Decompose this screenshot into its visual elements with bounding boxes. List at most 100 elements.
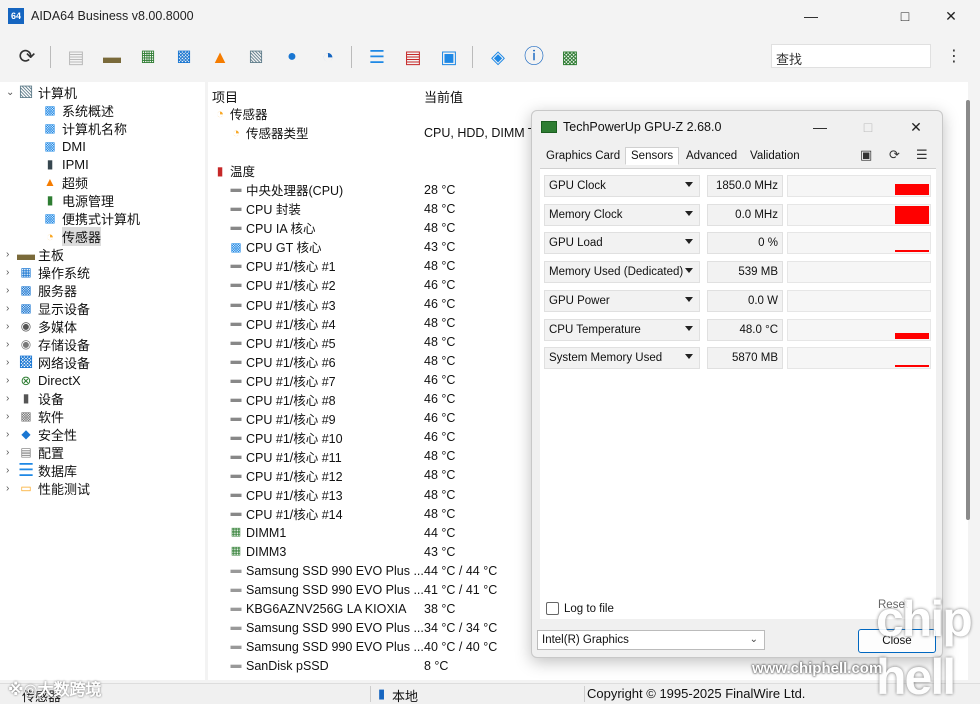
log-to-file-checkbox[interactable]: Log to file [546, 602, 614, 615]
chevron-right-icon[interactable]: › [6, 357, 18, 368]
network-share-button[interactable]: ▩ [553, 40, 587, 74]
sensor-name-dropdown[interactable]: System Memory Used [544, 347, 700, 370]
gpu-select[interactable]: Intel(R) Graphics ⌄ [537, 630, 765, 650]
memory-button[interactable]: ▦ [131, 40, 165, 74]
watermark-left: ※◎大数跨境 [8, 682, 102, 699]
network-share-icon: ▩ [561, 47, 579, 67]
sensor-name-dropdown[interactable]: GPU Load [544, 232, 700, 255]
tree-item[interactable]: › ▩ 软件 [6, 407, 64, 425]
chevron-right-icon[interactable]: › [6, 303, 18, 314]
ssd-icon: ▬ [230, 640, 242, 653]
item-name: CPU GT 核心 [246, 241, 322, 256]
status-middle: 本地 [392, 689, 419, 704]
tree-item[interactable]: ▩ DMI [42, 137, 86, 155]
chevron-right-icon[interactable]: › [6, 285, 18, 296]
report-button[interactable]: ▤ [59, 40, 93, 74]
tab-graphics-card[interactable]: Graphics Card [546, 150, 620, 162]
computer-button[interactable]: ▧ [239, 40, 273, 74]
search-input[interactable]: 查找 [771, 44, 931, 68]
dropdown-arrow-icon [685, 210, 693, 216]
tree-item[interactable]: › ◉ 存储设备 [6, 335, 90, 353]
tree-item[interactable]: › ▩ 服务器 [6, 281, 77, 299]
sensor-name-dropdown[interactable]: GPU Power [544, 289, 700, 312]
cpu-icon: ▬ [230, 411, 242, 424]
tree-item[interactable]: ◔ 传感器 [42, 226, 102, 246]
chevron-right-icon[interactable]: › [6, 267, 18, 278]
chevron-right-icon[interactable]: › [6, 429, 18, 440]
sensor-value: 539 MB [707, 261, 783, 284]
tree-item[interactable]: ▲ 超频 [42, 173, 88, 191]
item-value: 44 °C / 44 °C [424, 563, 498, 578]
chevron-right-icon[interactable]: › [6, 483, 18, 494]
motherboard-button[interactable]: ▬ [95, 40, 129, 74]
tree-item[interactable]: › ☰ 数据库 [6, 461, 77, 479]
gpuz-close-button[interactable]: ✕ [896, 115, 936, 139]
tab-validation[interactable]: Validation [750, 150, 800, 162]
tree-item[interactable]: › ◆ 安全性 [6, 425, 77, 443]
sensor-graph [787, 261, 931, 284]
sensor-row: Memory Clock 0.0 MHz [544, 203, 932, 226]
tree-item[interactable]: ▩ 系统概述 [42, 101, 114, 119]
tree-item[interactable]: › ▭ 性能测试 [6, 479, 90, 497]
checkbox-box[interactable] [546, 602, 559, 615]
database-button[interactable]: ☰ [360, 40, 394, 74]
tree-item[interactable]: › ◉ 多媒体 [6, 317, 77, 335]
tree-item[interactable]: › ▩ 网络设备 [6, 353, 90, 371]
chevron-right-icon[interactable]: › [6, 465, 18, 476]
more-menu-icon[interactable]: ⋮ [946, 46, 962, 66]
tree-item[interactable]: ⌄ ▧ 计算机 [6, 83, 77, 101]
tree-item[interactable]: › ▬ 主板 [6, 245, 64, 263]
dmi-icon: ▩ [44, 139, 56, 153]
item-name: SanDisk pSSD [246, 658, 329, 673]
vertical-scrollbar[interactable] [966, 100, 970, 520]
chevron-right-icon[interactable]: › [6, 339, 18, 350]
tree-item[interactable]: › ⊗ DirectX [6, 371, 81, 389]
camera-icon[interactable]: ▣ [860, 147, 872, 163]
disk-chart-button[interactable]: ◔ [311, 40, 345, 74]
sensor-name-dropdown[interactable]: Memory Clock [544, 203, 700, 226]
sensor-name-dropdown[interactable]: GPU Clock [544, 175, 700, 197]
item-value: 41 °C / 41 °C [424, 582, 498, 597]
sensor-name: Memory Clock [549, 208, 623, 221]
tree-item[interactable]: › ▩ 显示设备 [6, 299, 90, 317]
refresh-button[interactable]: ⟳ [10, 40, 44, 74]
flame-button[interactable]: ▲ [203, 40, 237, 74]
sensor-name-dropdown[interactable]: CPU Temperature [544, 318, 700, 341]
item-name: CPU #1/核心 #8 [246, 393, 336, 408]
tree-item[interactable]: ▮ IPMI [42, 155, 89, 173]
tab-sensors[interactable]: Sensors [625, 147, 680, 165]
menu-icon[interactable]: ☰ [916, 147, 928, 163]
chevron-right-icon[interactable]: › [6, 447, 18, 458]
chevron-down-icon[interactable]: ⌄ [6, 87, 18, 98]
gpuz-minimize-button[interactable]: — [800, 115, 840, 139]
item-name: 中央处理器(CPU) [246, 184, 344, 199]
info-button[interactable]: ⓘ [517, 40, 551, 74]
tree-item[interactable]: › ▮ 设备 [6, 389, 64, 407]
tree-item[interactable]: ▩ 计算机名称 [42, 119, 127, 137]
gpuz-maximize-button[interactable]: □ [848, 115, 888, 139]
chevron-right-icon[interactable]: › [6, 411, 18, 422]
sensor-row: System Memory Used 5870 MB [544, 347, 932, 370]
cpu-icon: ▬ [230, 202, 242, 215]
monitor-button[interactable]: ▣ [432, 40, 466, 74]
item-name: CPU #1/核心 #2 [246, 279, 336, 294]
database-icon: ☰ [368, 47, 386, 67]
sensor-name-dropdown[interactable]: Memory Used (Dedicated) [544, 261, 700, 284]
network-audit-button[interactable]: ◈ [481, 40, 515, 74]
close-button[interactable]: ✕ [928, 0, 974, 32]
tree-item[interactable]: ▩ 便携式计算机 [42, 209, 140, 227]
chevron-right-icon[interactable]: › [6, 321, 18, 332]
tree-item[interactable]: › ▤ 配置 [6, 443, 64, 461]
user-button[interactable]: ● [275, 40, 309, 74]
refresh-icon[interactable]: ⟳ [889, 147, 900, 163]
chevron-right-icon[interactable]: › [6, 375, 18, 386]
network-button[interactable]: ▩ [167, 40, 201, 74]
tab-advanced[interactable]: Advanced [686, 150, 737, 162]
maximize-button[interactable]: □ [882, 0, 928, 32]
schedule-report-button[interactable]: ▤ [396, 40, 430, 74]
chevron-right-icon[interactable]: › [6, 393, 18, 404]
tree-item[interactable]: ▮ 电源管理 [42, 191, 114, 209]
tree-item[interactable]: › ▦ 操作系统 [6, 263, 90, 281]
sensor-name: CPU Temperature [549, 323, 641, 336]
minimize-button[interactable]: — [788, 0, 834, 32]
